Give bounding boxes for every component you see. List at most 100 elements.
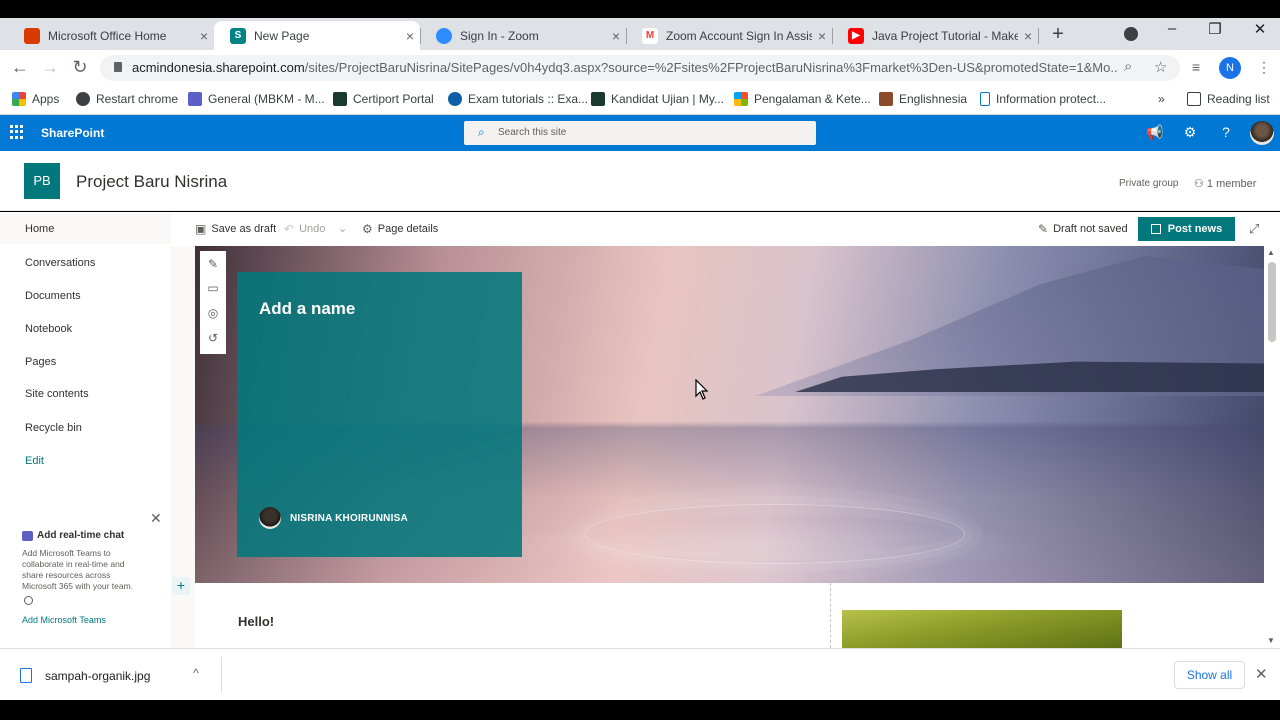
bookmark-star-icon[interactable]: ☆ (1154, 58, 1167, 76)
undo-dropdown-icon[interactable]: ⌄ (338, 222, 347, 235)
close-tab-icon[interactable]: × (812, 28, 832, 44)
edit-pencil-icon[interactable]: ✎ (206, 257, 220, 271)
scroll-up-icon[interactable]: ▲ (1267, 248, 1275, 257)
bookmark-englishnesia[interactable]: Englishnesia (879, 92, 967, 106)
megaphone-icon[interactable]: 📢 (1146, 124, 1164, 141)
tab-java-project-tutorial[interactable]: ▶ Java Project Tutorial - Make × (832, 21, 1038, 50)
page-details-label: Page details (377, 223, 439, 235)
bookmark-label: Restart chrome (96, 92, 179, 106)
site-logo[interactable]: PB (24, 163, 60, 199)
nav-item-documents[interactable]: Documents (0, 281, 171, 311)
bookmark-apps[interactable]: Apps (12, 92, 59, 106)
url-text[interactable]: acmindonesia.sharepoint.com/sites/Projec… (132, 60, 1117, 75)
close-icon[interactable]: ✕ (150, 510, 162, 527)
teams-icon (22, 530, 33, 541)
add-section-icon[interactable]: + (172, 577, 190, 595)
forward-icon[interactable]: → (39, 57, 61, 78)
save-as-draft-button[interactable]: ▣ Save as draft (195, 222, 276, 236)
menu-kebab-icon[interactable]: ⋮ (1257, 59, 1271, 76)
page-title-input[interactable]: Add a name (259, 299, 355, 319)
download-item[interactable]: sampah-organik.jpg (45, 669, 150, 683)
reading-list-button[interactable]: Reading list (1187, 92, 1270, 106)
section-heading[interactable]: Hello! (238, 614, 274, 629)
privacy-label: Private group (1119, 178, 1179, 189)
sharepoint-brand-link[interactable]: SharePoint (41, 126, 104, 140)
site-search-box[interactable]: ⌕ Search this site (464, 121, 816, 145)
post-news-button[interactable]: Post news (1138, 217, 1235, 241)
gear-icon[interactable]: ⚙ (1181, 124, 1199, 141)
bookmark-restart-chrome[interactable]: Restart chrome (76, 92, 178, 106)
exam-icon (448, 92, 462, 106)
zoom-search-icon[interactable]: ⌕ (1124, 58, 1132, 75)
undo-button[interactable]: ↶ Undo (284, 222, 325, 236)
page-details-button[interactable]: ⚙ Page details (362, 222, 438, 236)
nav-item-conversations[interactable]: Conversations (0, 248, 171, 278)
profile-avatar[interactable]: N (1219, 57, 1241, 79)
user-avatar[interactable] (1250, 121, 1274, 145)
bookmark-label: Information protect... (996, 92, 1107, 106)
bookmark-information-protect[interactable]: Information protect... (980, 92, 1106, 106)
column-divider (830, 583, 831, 648)
browser-tab-strip: Microsoft Office Home × S New Page × Sig… (0, 18, 1280, 50)
nav-item-recycle-bin[interactable]: Recycle bin (0, 413, 171, 443)
webpart-toolbar: ✎ ▭ ◎ ↺ (200, 251, 226, 354)
reset-icon[interactable]: ↺ (206, 331, 220, 345)
info-icon[interactable] (24, 596, 33, 605)
chevron-up-icon[interactable]: ^ (193, 666, 199, 680)
tab-separator (626, 28, 627, 44)
expand-icon[interactable]: ⤢ (1249, 221, 1259, 237)
bookmark-kandidat-ujian[interactable]: Kandidat Ujian | My... (591, 92, 724, 106)
tab-new-page[interactable]: S New Page × (214, 21, 420, 50)
lock-icon (980, 92, 990, 106)
nav-item-home[interactable]: Home (0, 214, 171, 244)
back-icon[interactable]: ← (9, 57, 31, 78)
close-tab-icon[interactable]: × (400, 28, 420, 44)
draft-status: ✎ Draft not saved (1038, 222, 1128, 236)
address-bar[interactable]: acmindonesia.sharepoint.com/sites/Projec… (100, 55, 1180, 81)
draft-status-label: Draft not saved (1053, 223, 1128, 235)
scroll-down-icon[interactable]: ▼ (1267, 636, 1275, 645)
add-teams-link[interactable]: Add Microsoft Teams (22, 615, 106, 625)
close-window-icon[interactable]: ✕ (1250, 20, 1270, 38)
close-tab-icon[interactable]: × (606, 28, 626, 44)
zoom-icon (436, 27, 452, 44)
title-area-hero-image[interactable]: ✎ ▭ ◎ ↺ Add a name NISRINA KHOIRUNNISA (195, 246, 1264, 583)
bookmark-certiport-portal[interactable]: Certiport Portal (333, 92, 434, 106)
close-icon[interactable]: ✕ (1255, 665, 1268, 683)
tab-microsoft-office-home[interactable]: Microsoft Office Home × (8, 21, 214, 50)
focal-point-icon[interactable]: ◎ (206, 306, 220, 320)
nav-item-site-contents[interactable]: Site contents (0, 379, 171, 409)
nav-item-notebook[interactable]: Notebook (0, 314, 171, 344)
gmail-icon: M (642, 27, 658, 44)
nav-edit-link[interactable]: Edit (0, 446, 171, 476)
reload-icon[interactable]: ↻ (69, 57, 91, 78)
letterbox-bottom (0, 700, 1280, 720)
close-tab-icon[interactable]: × (1018, 28, 1038, 44)
bookmark-general-mbkm[interactable]: General (MBKM - M... (188, 92, 325, 106)
site-title[interactable]: Project Baru Nisrina (76, 172, 227, 192)
show-all-button[interactable]: Show all (1174, 661, 1245, 689)
more-bookmarks-icon[interactable]: » (1158, 92, 1165, 106)
nav-item-pages[interactable]: Pages (0, 347, 171, 377)
globe-icon (76, 92, 90, 106)
tab-sign-in-zoom[interactable]: Sign In - Zoom × (420, 21, 626, 50)
bookmark-pengalaman[interactable]: Pengalaman & Kete... (734, 92, 871, 106)
new-tab-icon[interactable]: + (1048, 23, 1068, 46)
restore-icon[interactable]: ❐ (1205, 20, 1225, 38)
image-webpart[interactable] (842, 610, 1122, 648)
page-scrollbar[interactable]: ▲ ▼ (1264, 246, 1280, 648)
minimize-icon[interactable]: – (1162, 20, 1182, 37)
author-name[interactable]: NISRINA KHOIRUNNISA (290, 513, 408, 524)
help-icon[interactable]: ? (1217, 124, 1235, 140)
tab-search-icon[interactable] (1124, 27, 1138, 41)
members-button[interactable]: ⚇ 1 member (1194, 177, 1256, 190)
apps-grid-icon (12, 92, 26, 106)
app-launcher-icon[interactable] (10, 125, 24, 139)
bookmark-exam-tutorials[interactable]: Exam tutorials :: Exa... (448, 92, 588, 106)
scrollbar-thumb[interactable] (1268, 262, 1276, 342)
tab-zoom-account-sign-in[interactable]: M Zoom Account Sign In Assist × (626, 21, 832, 50)
post-news-label: Post news (1167, 223, 1223, 235)
close-tab-icon[interactable]: × (194, 28, 214, 44)
image-icon[interactable]: ▭ (206, 281, 220, 295)
media-controls-icon[interactable]: ≡ (1192, 59, 1200, 75)
